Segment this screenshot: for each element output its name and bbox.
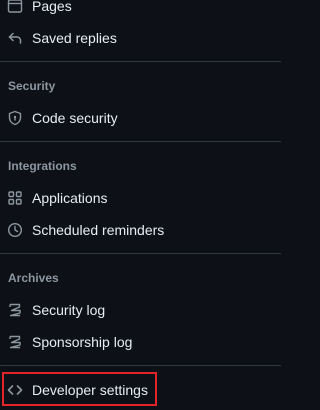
section-divider [0, 365, 281, 366]
log-icon [7, 302, 23, 318]
section-divider [0, 61, 281, 62]
sidebar-item-sponsorship-log[interactable]: Sponsorship log [0, 326, 281, 358]
sidebar-item-label: Saved replies [32, 30, 117, 46]
sidebar-item-label: Security log [32, 302, 106, 318]
section-heading-archives: Archives [8, 271, 59, 285]
sidebar-item-label: Sponsorship log [32, 334, 133, 350]
section-divider [0, 253, 281, 254]
section-divider [0, 141, 281, 142]
sidebar-item-developer-settings[interactable]: Developer settings [0, 374, 281, 406]
sidebar-item-pages[interactable]: Pages [0, 0, 281, 22]
sidebar-item-label: Pages [32, 0, 72, 14]
sidebar-item-saved-replies[interactable]: Saved replies [0, 22, 281, 54]
clock-icon [7, 222, 23, 238]
section-heading-integrations: Integrations [8, 159, 77, 173]
shield-lock-icon [7, 110, 23, 126]
sidebar-item-scheduled-reminders[interactable]: Scheduled reminders [0, 214, 281, 246]
sidebar-item-code-security[interactable]: Code security [0, 102, 281, 134]
sidebar-item-label: Developer settings [32, 382, 148, 398]
section-heading-security: Security [8, 79, 56, 93]
sidebar-item-applications[interactable]: Applications [0, 182, 281, 214]
code-icon [7, 382, 23, 398]
browser-icon [7, 0, 23, 14]
log-icon [7, 334, 23, 350]
settings-sidebar: Pages Saved replies Security Code securi… [0, 0, 281, 410]
sidebar-item-label: Code security [32, 110, 118, 126]
sidebar-item-security-log[interactable]: Security log [0, 294, 281, 326]
sidebar-item-label: Scheduled reminders [32, 222, 165, 238]
sidebar-item-label: Applications [32, 190, 108, 206]
apps-icon [7, 190, 23, 206]
reply-icon [7, 30, 23, 46]
